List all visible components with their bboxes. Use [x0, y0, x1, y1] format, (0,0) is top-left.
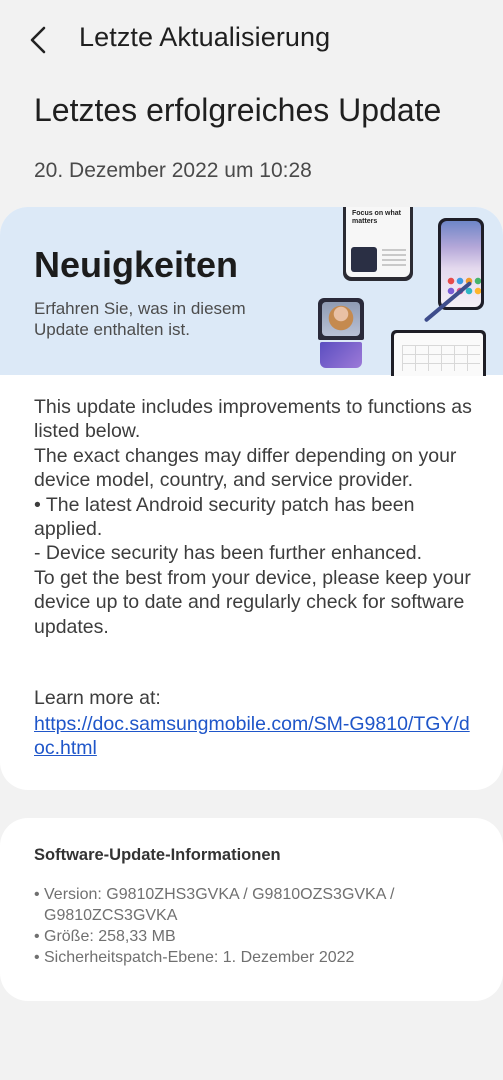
size-text: Größe: 258,33 MB	[44, 928, 176, 945]
security-patch-text: Sicherheitspatch-Ebene: 1. Dezember 2022	[44, 949, 355, 966]
back-button[interactable]	[26, 24, 54, 56]
news-title: Neuigkeiten	[34, 244, 239, 285]
software-info-list: • Version: G9810ZHS3GVKA / G9810OZS3GVKA …	[34, 884, 474, 968]
version-text: Version: G9810ZHS3GVKA / G9810OZS3GVKA /…	[44, 886, 395, 924]
news-banner: Neuigkeiten Erfahren Sie, was in diesem …	[0, 207, 503, 376]
software-info-card: Software-Update-Informationen • Version: …	[0, 818, 503, 1001]
tablet-illustration	[391, 330, 486, 376]
bullet: •	[34, 886, 40, 903]
news-subtitle: Erfahren Sie, was in diesem Update entha…	[34, 299, 246, 339]
app-bar: Letzte Aktualisierung	[0, 0, 503, 80]
chevron-left-icon	[30, 26, 46, 54]
foldable-device-illustration: Focus on what matters	[343, 207, 413, 281]
version-item: • Version: G9810ZHS3GVKA / G9810OZS3GVKA …	[34, 884, 474, 926]
bullet: •	[34, 928, 40, 945]
bullet: •	[34, 949, 40, 966]
update-heading: Letztes erfolgreiches Update	[34, 92, 442, 128]
learn-more-label: Learn more at:	[34, 687, 161, 709]
news-card: Neuigkeiten Erfahren Sie, was in diesem …	[0, 207, 503, 790]
release-notes-link[interactable]: https://doc.samsungmobile.com/SM-G9810/T…	[34, 712, 474, 761]
security-patch-item: • Sicherheitspatch-Ebene: 1. Dezember 202…	[34, 947, 474, 968]
page-title: Letzte Aktualisierung	[79, 22, 331, 52]
update-description: This update includes improvements to fun…	[34, 396, 472, 638]
flip-phone-illustration	[318, 298, 364, 368]
size-item: • Größe: 258,33 MB	[34, 926, 474, 947]
software-info-title: Software-Update-Informationen	[34, 846, 281, 864]
update-date: 20. Dezember 2022 um 10:28	[34, 159, 312, 182]
phone-illustration	[438, 218, 484, 310]
illustration-caption: Focus on what matters	[352, 210, 401, 225]
